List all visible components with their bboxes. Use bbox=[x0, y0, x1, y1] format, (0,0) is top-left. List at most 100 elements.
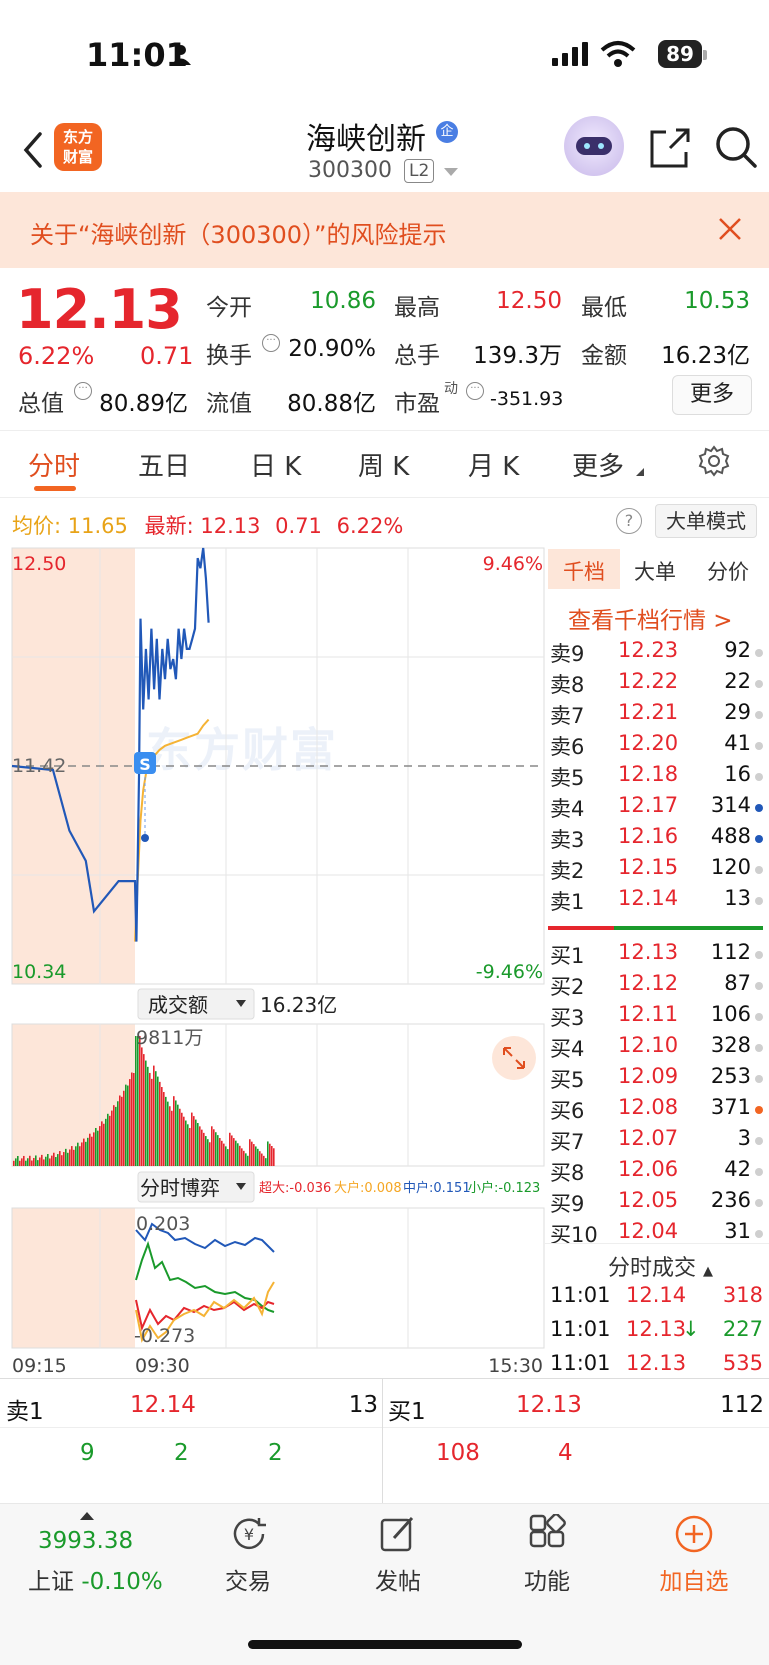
help-icon[interactable]: ? bbox=[616, 508, 642, 534]
total-cap-value: 80.89亿 bbox=[99, 391, 188, 417]
info-dots-icon[interactable]: ··· bbox=[74, 382, 92, 400]
tab-five-day[interactable]: 五日 bbox=[138, 446, 190, 483]
gear-icon[interactable] bbox=[698, 445, 730, 477]
pe-superscript: 动 bbox=[444, 381, 458, 397]
ask-level-label: 卖5 bbox=[550, 766, 585, 790]
ask-row[interactable]: 卖3 12.16 488 bbox=[548, 824, 763, 855]
index-value[interactable]: 3993.38 bbox=[38, 1528, 133, 1554]
nav-trade[interactable]: 交易 bbox=[208, 1562, 288, 1596]
volume-bar bbox=[91, 1136, 93, 1166]
bid-row[interactable]: 买4 12.10 328 bbox=[548, 1033, 763, 1064]
ask-dot-icon bbox=[755, 773, 763, 781]
bid-dot-icon bbox=[755, 982, 763, 990]
bid-dot-icon bbox=[755, 1230, 763, 1238]
level2-badge[interactable]: L2 bbox=[404, 159, 435, 183]
close-icon[interactable] bbox=[716, 215, 744, 243]
volume-bar bbox=[173, 1096, 175, 1166]
tab-monthly-k[interactable]: 月 K bbox=[468, 446, 519, 483]
volume-bar bbox=[225, 1146, 227, 1166]
volume-bar bbox=[109, 1115, 111, 1166]
risk-warning-text[interactable]: 关于“海峡创新（300300）”的风险提示 bbox=[30, 215, 446, 250]
ask-volume: 488 bbox=[710, 824, 751, 848]
ask-row[interactable]: 卖6 12.20 41 bbox=[548, 731, 763, 762]
chevron-down-icon[interactable] bbox=[444, 168, 458, 176]
bid-level-label: 买3 bbox=[550, 1006, 585, 1030]
stock-name[interactable]: 海峡创新 bbox=[306, 114, 426, 158]
bid-dot-icon bbox=[755, 951, 763, 959]
volume-total: 16.23亿 bbox=[260, 993, 337, 1017]
volume-bar bbox=[107, 1113, 109, 1166]
ask-price: 12.22 bbox=[618, 669, 679, 693]
ask-row[interactable]: 卖8 12.22 22 bbox=[548, 669, 763, 700]
add-watchlist-icon[interactable] bbox=[674, 1514, 714, 1554]
big-order-mode-button[interactable]: 大单模式 bbox=[655, 504, 757, 538]
bid-price: 12.04 bbox=[618, 1219, 679, 1243]
bid-price: 12.10 bbox=[618, 1033, 679, 1057]
tab-daily-k[interactable]: 日 K bbox=[250, 446, 301, 483]
ask-row[interactable]: 卖9 12.23 92 bbox=[548, 638, 763, 669]
search-icon[interactable] bbox=[713, 124, 759, 170]
info-dots-icon[interactable]: ··· bbox=[262, 334, 280, 352]
pre-market-shade bbox=[12, 1208, 135, 1348]
ask-row[interactable]: 卖7 12.21 29 bbox=[548, 700, 763, 731]
bid-dot-icon bbox=[755, 1168, 763, 1176]
pct-low-label: -9.46% bbox=[476, 961, 543, 983]
ask-row[interactable]: 卖1 12.14 13 bbox=[548, 886, 763, 917]
nav-functions[interactable]: 功能 bbox=[507, 1562, 587, 1596]
share-icon[interactable] bbox=[648, 126, 692, 170]
avg-price-label: 均价: bbox=[12, 514, 62, 538]
bid-row[interactable]: 买7 12.07 3 bbox=[548, 1126, 763, 1157]
intraday-chart[interactable]: S 12.50 10.34 9.46% -9.46% 11.42 成交额 16.… bbox=[0, 540, 548, 1380]
bid-dot-icon bbox=[755, 1106, 763, 1114]
volume-bar bbox=[93, 1132, 95, 1166]
bid-row[interactable]: 买8 12.06 42 bbox=[548, 1157, 763, 1188]
tab-intraday[interactable]: 分时 bbox=[28, 446, 80, 483]
bid-row[interactable]: 买5 12.09 253 bbox=[548, 1064, 763, 1095]
volume-bar bbox=[83, 1138, 85, 1166]
bid-row[interactable]: 买6 12.08 371 bbox=[548, 1095, 763, 1126]
bid-volume: 42 bbox=[724, 1157, 751, 1181]
nav-post[interactable]: 发帖 bbox=[358, 1562, 438, 1596]
volume-bar bbox=[179, 1108, 181, 1166]
bid-row[interactable]: 买9 12.05 236 bbox=[548, 1188, 763, 1219]
bid-row[interactable]: 买10 12.04 31 bbox=[548, 1219, 763, 1250]
panel-tab-qiandang[interactable]: 千档 bbox=[563, 556, 605, 586]
volume-bar bbox=[207, 1139, 209, 1166]
ask-row[interactable]: 卖5 12.18 16 bbox=[548, 762, 763, 793]
info-dots-icon[interactable]: ··· bbox=[466, 382, 484, 400]
volume-bar bbox=[43, 1159, 45, 1166]
expand-button[interactable] bbox=[492, 1036, 536, 1080]
back-arrow-icon[interactable] bbox=[18, 130, 48, 170]
tab-more[interactable]: 更多 bbox=[572, 446, 624, 483]
volume-bar bbox=[153, 1065, 155, 1166]
ask-volume: 16 bbox=[724, 762, 751, 786]
bid-row[interactable]: 买2 12.12 87 bbox=[548, 971, 763, 1002]
more-quote-button[interactable]: 更多 bbox=[672, 375, 752, 415]
bid-dot-icon bbox=[755, 1044, 763, 1052]
ask-row[interactable]: 卖4 12.17 314 bbox=[548, 793, 763, 824]
tab-weekly-k[interactable]: 周 K bbox=[358, 446, 409, 483]
bid-row[interactable]: 买3 12.11 106 bbox=[548, 1002, 763, 1033]
functions-icon[interactable] bbox=[527, 1514, 567, 1554]
trade-icon[interactable]: ¥ bbox=[229, 1514, 269, 1554]
nav-add-watchlist[interactable]: 加自选 bbox=[654, 1562, 734, 1596]
volume-bar bbox=[239, 1145, 241, 1166]
ask-row[interactable]: 卖2 12.15 120 bbox=[548, 855, 763, 886]
volume-bar bbox=[143, 1054, 145, 1166]
view-qiandang-link[interactable]: 查看千档行情 > bbox=[568, 601, 733, 635]
panel-tab-big-order[interactable]: 大单 bbox=[634, 556, 676, 586]
panel-tab-price-dist[interactable]: 分价 bbox=[707, 556, 749, 586]
ask-volume: 314 bbox=[710, 793, 751, 817]
tick-price: 12.13 bbox=[626, 1317, 687, 1341]
index-ticker[interactable]: 上证 -0.10% bbox=[28, 1562, 163, 1596]
volume-bar bbox=[29, 1155, 31, 1166]
post-icon[interactable] bbox=[378, 1514, 418, 1554]
stock-code[interactable]: 300300 bbox=[308, 158, 392, 183]
ticks-header[interactable]: 分时成交 ▲ bbox=[608, 1250, 713, 1282]
bid-row[interactable]: 买1 12.13 112 bbox=[548, 940, 763, 971]
turnover-value: 20.90% bbox=[288, 336, 376, 362]
bid-volume: 253 bbox=[710, 1064, 751, 1088]
battery-icon: 89 bbox=[658, 40, 702, 68]
volume-bar bbox=[175, 1100, 177, 1166]
ask-level-label: 卖4 bbox=[550, 797, 585, 821]
